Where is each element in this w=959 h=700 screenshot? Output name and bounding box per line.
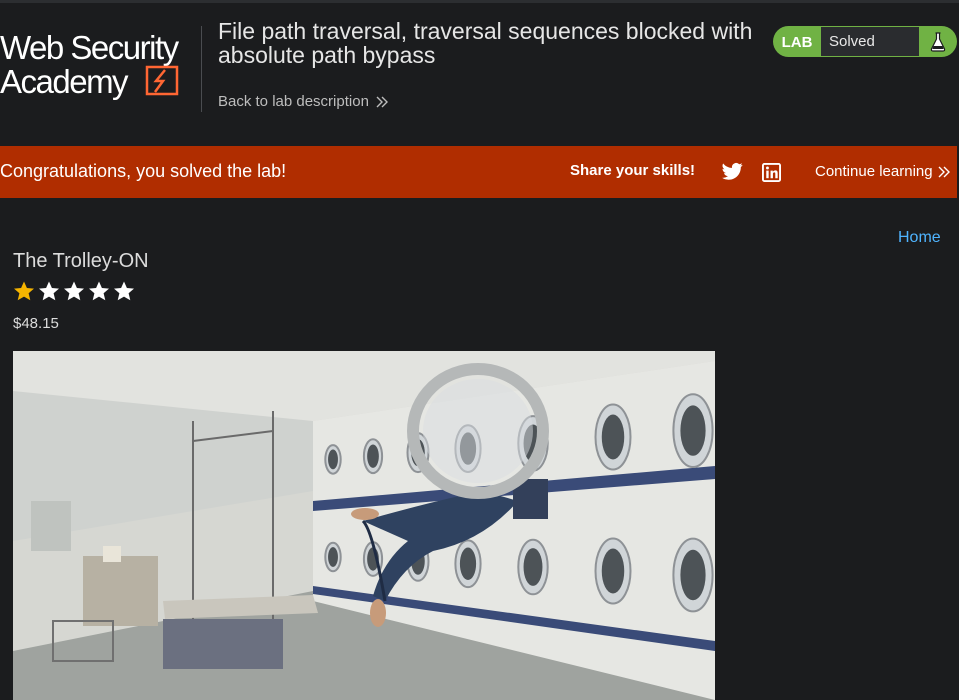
svg-text:Academy: Academy xyxy=(0,63,129,100)
star-empty-icon xyxy=(114,281,134,301)
web-security-academy-logo[interactable]: Web Security Academy xyxy=(0,23,200,103)
lab-title: File path traversal, traversal sequences… xyxy=(218,18,753,68)
product-image xyxy=(13,351,715,700)
flask-icon xyxy=(930,31,946,52)
star-filled-icon xyxy=(14,281,34,301)
dryer-window xyxy=(601,548,625,594)
linkedin-icon[interactable] xyxy=(762,163,781,182)
congratulations-message: Congratulations, you solved the lab! xyxy=(0,161,287,181)
header-divider xyxy=(201,26,202,112)
home-link[interactable]: Home xyxy=(898,229,941,247)
lab-header: Web Security Academy File path traversal… xyxy=(0,3,959,146)
dryer-window xyxy=(680,405,706,456)
product-name: The Trolley-ON xyxy=(13,250,149,272)
share-skills-label: Share your skills! xyxy=(570,162,696,179)
dryer-window xyxy=(523,548,543,586)
lab-solved-banner: Congratulations, you solved the lab! Sha… xyxy=(0,146,957,198)
product-price: $48.15 xyxy=(13,315,59,332)
star-empty-icon xyxy=(39,281,59,301)
dryer-window xyxy=(367,444,379,468)
continue-learning-label: Continue learning xyxy=(815,163,933,180)
star-empty-icon xyxy=(64,281,84,301)
double-chevron-right-icon xyxy=(938,166,950,177)
back-link-label: Back to lab description xyxy=(218,93,369,110)
lab-label: LAB xyxy=(773,26,821,57)
continue-learning-link[interactable]: Continue learning xyxy=(815,163,951,180)
double-chevron-right-icon xyxy=(376,96,388,107)
svg-text:Web Security: Web Security xyxy=(0,29,180,66)
lab-status-badge: LAB Solved xyxy=(773,26,957,57)
dryer-window xyxy=(680,549,706,601)
product-rating xyxy=(13,280,135,302)
dryer-window xyxy=(459,547,477,580)
back-to-lab-description-link[interactable]: Back to lab description xyxy=(218,93,389,110)
flask-icon-wrap xyxy=(919,26,957,57)
star-empty-icon xyxy=(89,281,109,301)
dryer-window xyxy=(601,414,625,460)
dryer-window xyxy=(328,547,338,567)
twitter-icon[interactable] xyxy=(722,162,743,181)
dryer-window xyxy=(328,449,338,470)
lab-status-text: Solved xyxy=(821,26,919,57)
